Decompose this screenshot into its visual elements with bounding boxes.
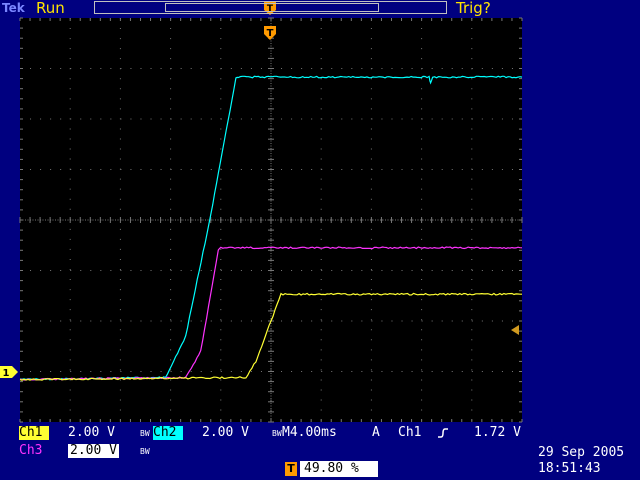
date-readout: 29 Sep 2005 [538,446,624,460]
trigger-level: 1.72 V [474,426,521,440]
brand-logo: Tek [2,1,25,15]
ch3-label: Ch3 [19,444,49,458]
trigger-source: Ch1 [398,426,421,440]
timebase-readout: M4.00ms [282,426,337,440]
ch1-bw-limit-icon: BW [140,430,150,438]
time-readout: 18:51:43 [538,462,601,476]
rising-edge-icon [437,427,449,439]
ch1-label: Ch1 [19,426,49,440]
trigger-mode: A [372,426,380,440]
ch2-bw-limit-icon: BW [272,430,282,438]
acquisition-state: Run [36,0,65,17]
svg-text:1: 1 [3,368,10,379]
status-header: Tek Run Trig? [0,0,640,18]
ch2-scale: 2.00 V [202,426,249,440]
trigger-status: Trig? [456,0,491,17]
trigger-position-readout: 49.80 % [300,461,378,477]
oscilloscope-display: T T 1 [0,0,640,480]
ch1-ground-marker: 1 [0,366,18,379]
trigger-position-icon: T [285,462,297,476]
record-view-window [165,3,379,12]
svg-text:T: T [267,28,274,39]
ch1-scale: 2.00 V [68,426,115,440]
ch2-label: Ch2 [153,426,183,440]
ch3-bw-limit-icon: BW [140,448,150,456]
ch3-scale: 2.00 V [68,444,119,458]
